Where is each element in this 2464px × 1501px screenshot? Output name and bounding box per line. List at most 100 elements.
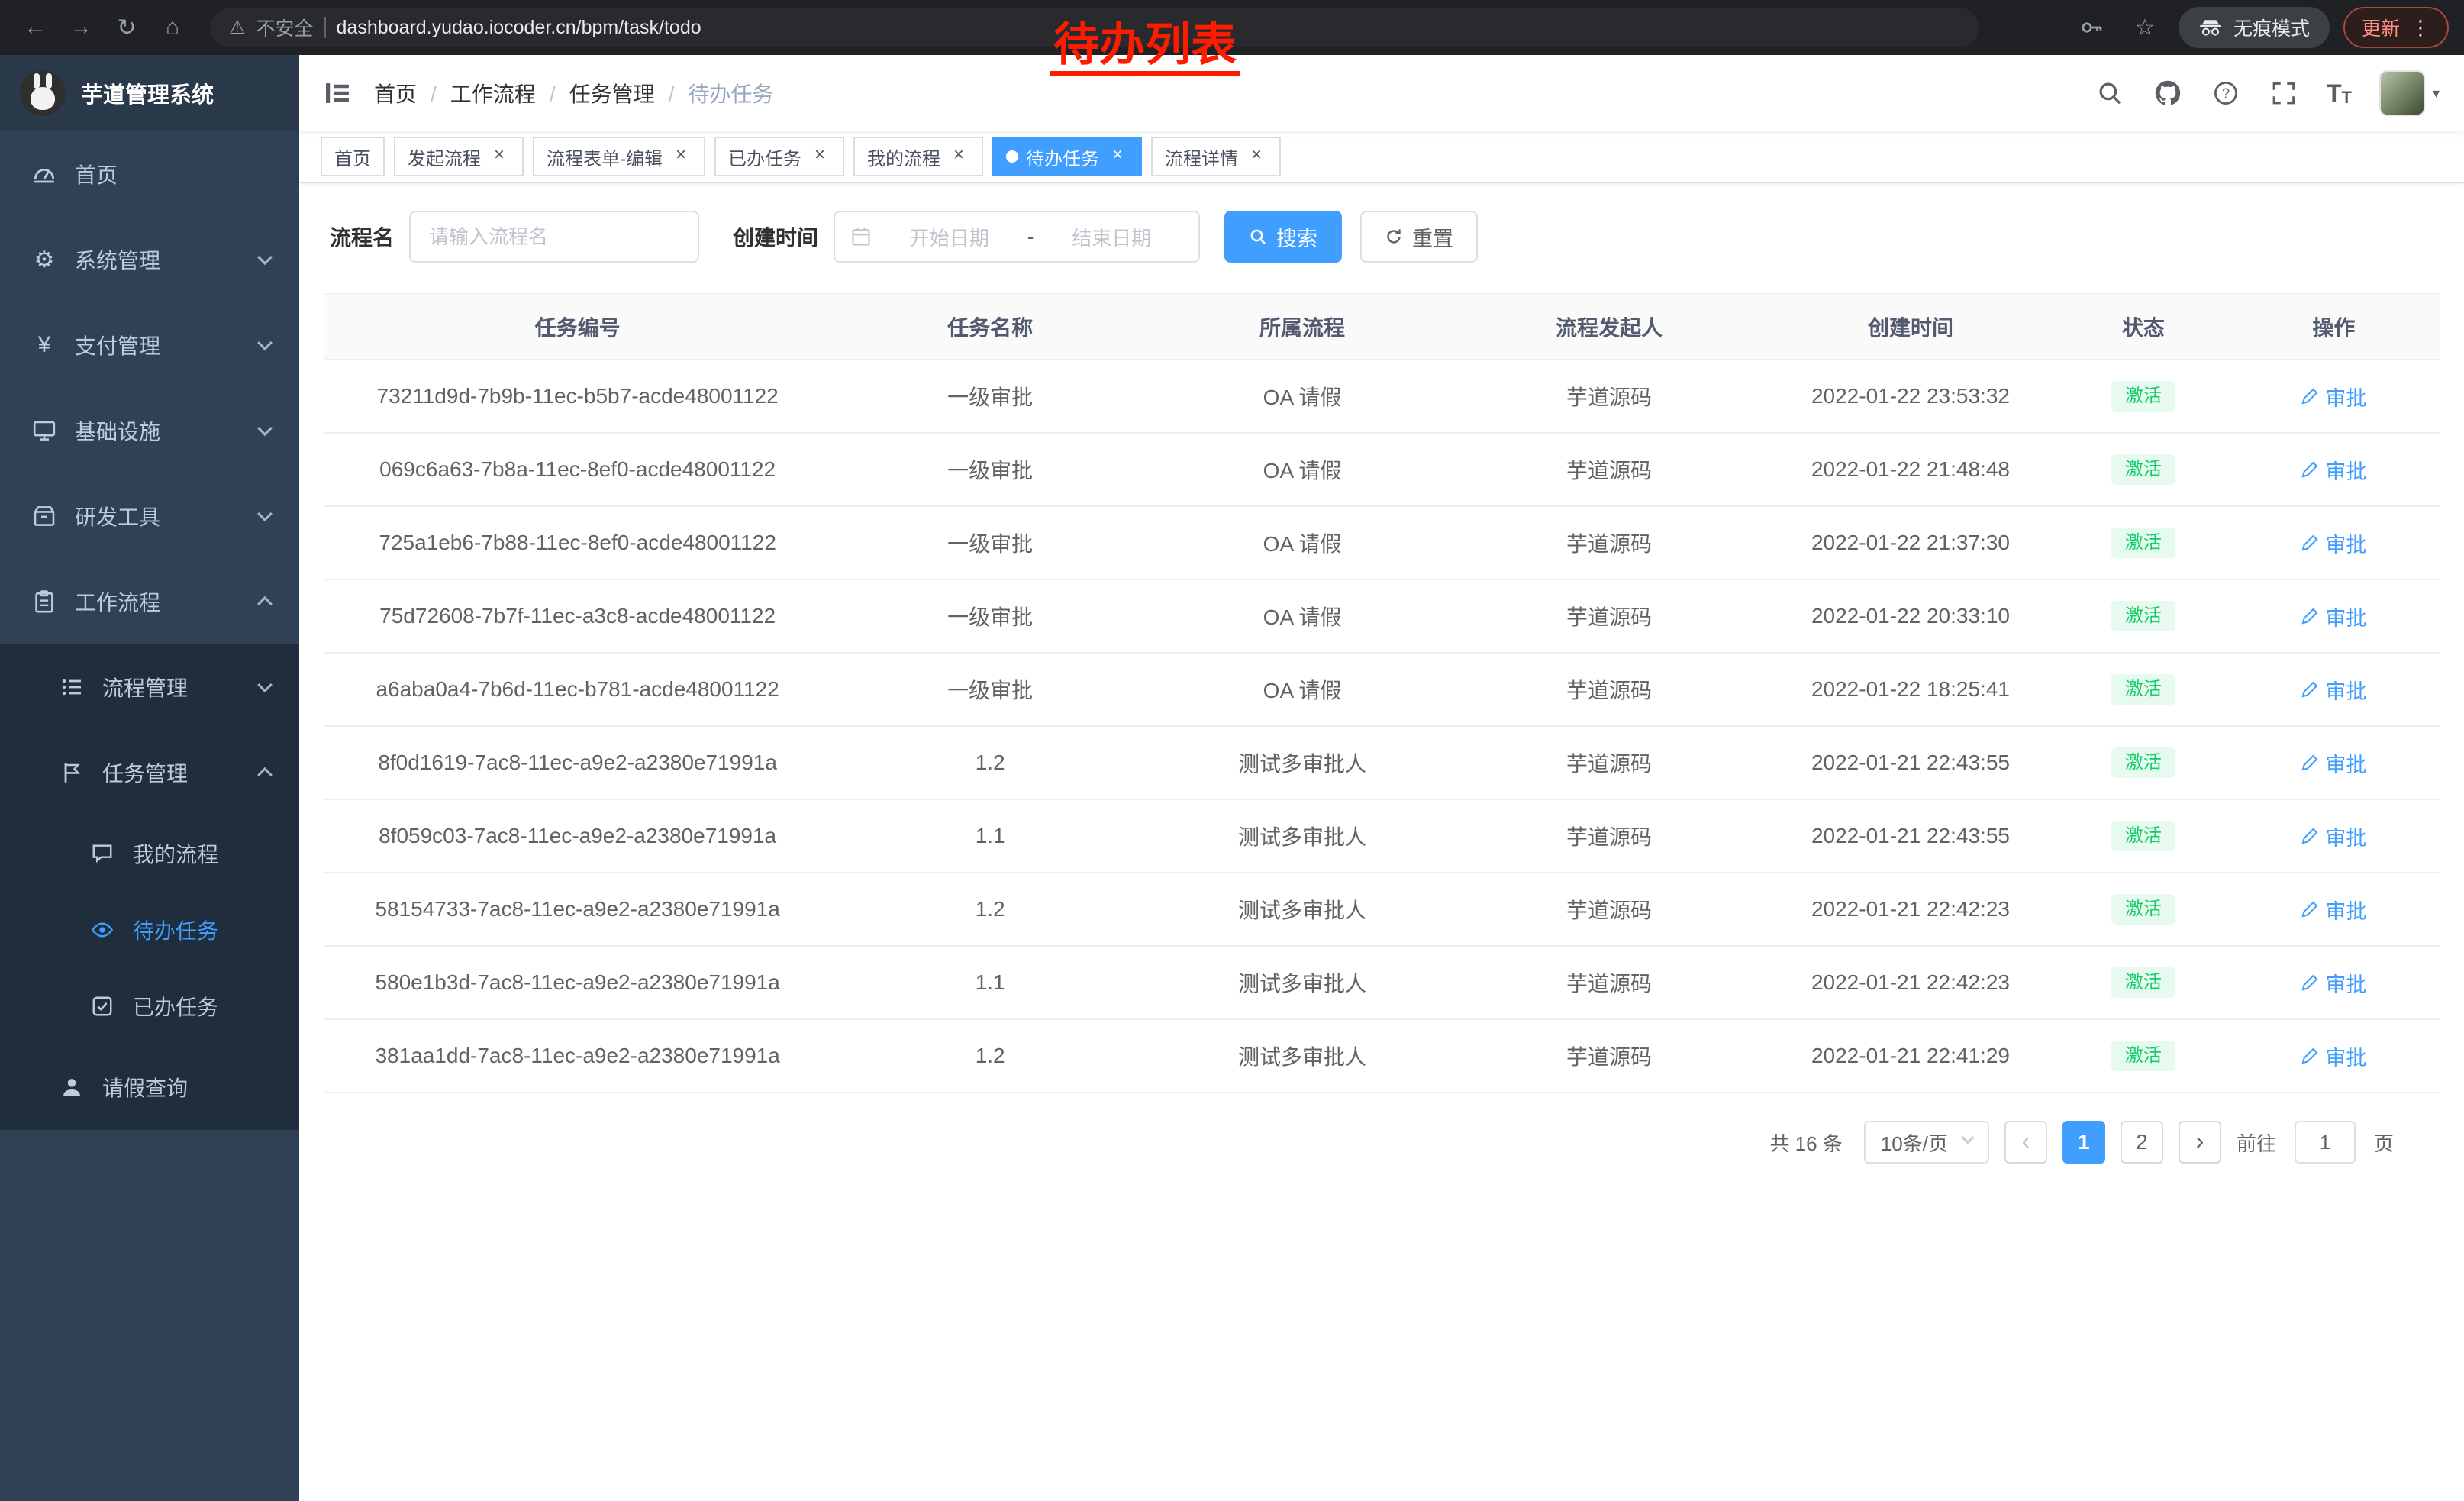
tab-done-tasks[interactable]: 已办任务 ×	[714, 137, 844, 176]
prev-page-button[interactable]: ‹	[2004, 1121, 2047, 1164]
close-icon[interactable]: ×	[1107, 146, 1128, 167]
todo-task-table: 任务编号 任务名称 所属流程 流程发起人 创建时间 状态 操作 73211d9d…	[324, 293, 2440, 1093]
cell-create-time: 2022-01-22 21:37:30	[1763, 507, 2059, 579]
reload-button[interactable]: ↻	[107, 8, 147, 47]
close-icon[interactable]: ×	[809, 146, 830, 167]
close-icon[interactable]: ×	[489, 146, 510, 167]
sidebar-item-label: 待办任务	[133, 915, 218, 945]
approve-link[interactable]: 审批	[2301, 455, 2366, 485]
approve-link[interactable]: 审批	[2301, 675, 2366, 705]
process-name-input[interactable]	[409, 211, 699, 263]
cell-task-name: 一级审批	[831, 580, 1149, 652]
tab-home[interactable]: 首页	[321, 137, 385, 176]
omnibox-divider	[324, 17, 326, 38]
reset-button[interactable]: 重置	[1360, 211, 1478, 263]
tab-my-processes[interactable]: 我的流程 ×	[853, 137, 983, 176]
app-logo[interactable]: 芋道管理系统	[0, 55, 299, 131]
sidebar-item-task-management[interactable]: 任务管理	[0, 730, 299, 815]
close-icon[interactable]: ×	[1246, 146, 1267, 167]
tab-label: 流程详情	[1165, 144, 1238, 170]
sidebar-item-todo-tasks[interactable]: 待办任务	[0, 892, 299, 968]
chevron-up-icon	[257, 596, 273, 612]
close-icon[interactable]: ×	[948, 146, 969, 167]
create-time-range-picker[interactable]: 开始日期 - 结束日期	[834, 211, 1200, 263]
breadcrumb-home[interactable]: 首页	[374, 78, 450, 108]
cell-create-time: 2022-01-21 22:42:23	[1763, 873, 2059, 945]
approve-link[interactable]: 审批	[2301, 895, 2366, 925]
back-button[interactable]: ←	[15, 8, 55, 47]
home-button[interactable]: ⌂	[153, 8, 192, 47]
user-menu[interactable]: ▾	[2379, 70, 2440, 116]
cell-task-name: 一级审批	[831, 654, 1149, 725]
sidebar-item-done-tasks[interactable]: 已办任务	[0, 968, 299, 1044]
cell-task-id: 8f0d1619-7ac8-11ec-a9e2-a2380e71991a	[324, 727, 831, 799]
close-icon[interactable]: ×	[670, 146, 692, 167]
status-badge: 激活	[2111, 454, 2175, 485]
sidebar-item-label: 任务管理	[102, 757, 188, 788]
tab-process-detail[interactable]: 流程详情 ×	[1151, 137, 1281, 176]
sidebar-item-workflow[interactable]: 工作流程	[0, 559, 299, 644]
cell-initiator: 芋道源码	[1456, 507, 1763, 579]
approve-link[interactable]: 审批	[2301, 968, 2366, 998]
flag-icon	[58, 760, 85, 785]
sidebar-item-system[interactable]: ⚙ 系统管理	[0, 217, 299, 302]
user-avatar[interactable]	[2379, 70, 2425, 116]
cell-initiator: 芋道源码	[1456, 654, 1763, 725]
approve-link[interactable]: 审批	[2301, 528, 2366, 558]
sidebar-item-payment[interactable]: ¥ 支付管理	[0, 302, 299, 388]
sidebar-item-home[interactable]: 首页	[0, 131, 299, 217]
sidebar-item-infrastructure[interactable]: 基础设施	[0, 388, 299, 473]
monitor-icon	[31, 418, 58, 443]
cell-task-id: 75d72608-7b7f-11ec-a3c8-acde48001122	[324, 580, 831, 652]
forward-button[interactable]: →	[61, 8, 101, 47]
page-button-2[interactable]: 2	[2121, 1121, 2163, 1164]
tab-todo-tasks[interactable]: 待办任务 ×	[992, 137, 1142, 176]
sidebar-item-devtools[interactable]: 研发工具	[0, 473, 299, 559]
breadcrumb-task-management[interactable]: 任务管理	[569, 78, 689, 108]
approve-link-label: 审批	[2325, 895, 2366, 925]
sidebar-item-leave-query[interactable]: 请假查询	[0, 1044, 299, 1130]
cell-process: 测试多审批人	[1149, 1020, 1456, 1092]
status-badge: 激活	[2111, 528, 2175, 558]
start-date-input[interactable]: 开始日期	[878, 223, 1021, 251]
approve-link[interactable]: 审批	[2301, 1041, 2366, 1071]
goto-page-input[interactable]	[2295, 1121, 2356, 1164]
breadcrumb-workflow[interactable]: 工作流程	[450, 78, 569, 108]
approve-link[interactable]: 审批	[2301, 382, 2366, 412]
sidebar-item-process-management[interactable]: 流程管理	[0, 644, 299, 730]
search-button[interactable]: 搜索	[1224, 211, 1342, 263]
table-row: 580e1b3d-7ac8-11ec-a9e2-a2380e71991a 1.1…	[324, 947, 2440, 1020]
tab-start-process[interactable]: 发起流程 ×	[394, 137, 524, 176]
approve-link[interactable]: 审批	[2301, 602, 2366, 631]
approve-link[interactable]: 审批	[2301, 822, 2366, 851]
approve-link-label: 审批	[2325, 528, 2366, 558]
menu-kebab-icon[interactable]: ⋮	[2411, 16, 2430, 40]
bookmark-star-icon[interactable]: ☆	[2125, 8, 2165, 47]
app-logo-avatar	[20, 70, 66, 116]
cell-process: OA 请假	[1149, 580, 1456, 652]
sidebar-item-label: 研发工具	[75, 501, 160, 531]
date-range-separator: -	[1027, 225, 1034, 249]
svg-text:?: ?	[2222, 86, 2230, 101]
fullscreen-icon[interactable]	[2269, 78, 2299, 108]
cell-create-time: 2022-01-21 22:43:55	[1763, 727, 2059, 799]
sidebar-item-my-processes[interactable]: 我的流程	[0, 815, 299, 892]
search-icon[interactable]	[2095, 78, 2125, 108]
update-button[interactable]: 更新 ⋮	[2343, 7, 2449, 48]
end-date-input[interactable]: 结束日期	[1040, 223, 1183, 251]
app-title: 芋道管理系统	[81, 77, 214, 109]
page-button-1[interactable]: 1	[2062, 1121, 2105, 1164]
page-size-select[interactable]: 10条/页	[1864, 1121, 1989, 1164]
next-page-button[interactable]: ›	[2179, 1121, 2221, 1164]
search-form: 流程名 创建时间 开始日期 - 结束日期 搜索 重置	[324, 211, 2440, 263]
tab-process-form-edit[interactable]: 流程表单-编辑 ×	[533, 137, 705, 176]
help-icon[interactable]: ?	[2211, 78, 2241, 108]
yen-icon: ¥	[31, 332, 58, 358]
sidebar-collapse-icon[interactable]	[324, 79, 351, 107]
approve-link[interactable]: 审批	[2301, 748, 2366, 778]
password-key-icon[interactable]	[2072, 8, 2111, 47]
font-size-icon[interactable]: TT	[2327, 79, 2352, 108]
status-badge: 激活	[2111, 381, 2175, 412]
goto-label: 前往	[2237, 1128, 2276, 1157]
github-icon[interactable]	[2153, 78, 2183, 108]
